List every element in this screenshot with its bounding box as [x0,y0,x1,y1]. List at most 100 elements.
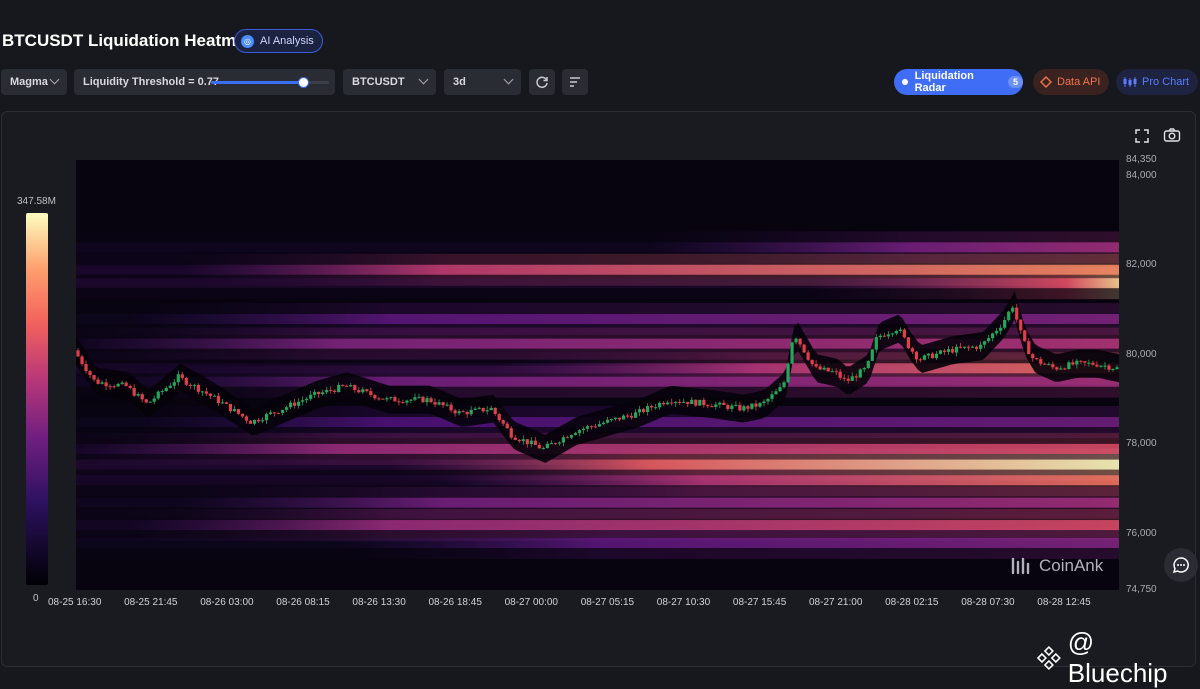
symbol-select[interactable]: BTCUSDT [343,69,436,95]
candle-body [309,394,313,399]
candle-body [946,349,951,352]
slider-track[interactable] [211,77,329,88]
chat-button[interactable] [1164,548,1198,582]
candle-body [337,384,341,392]
candle-body [393,397,397,402]
candle-body [898,329,902,332]
pro-chart-button[interactable]: Pro Chart [1116,69,1199,95]
candle-body [557,442,561,444]
candle-body [702,399,706,406]
candle-body [806,352,810,360]
candle-body [974,346,979,349]
candle-body [609,418,614,420]
radar-label: Liquidation Radar [914,70,974,94]
candle-body [293,402,297,406]
candle-body [116,383,120,387]
candle-body [810,359,814,365]
candle-body [112,386,116,388]
candle-body [666,402,670,405]
candle-body [1063,368,1067,370]
x-tick-label: 08-27 05:15 [580,597,635,608]
radar-count-badge: 5 [1007,76,1023,88]
candle-body [746,406,750,409]
candle-body [782,382,786,388]
data-api-button[interactable]: Data API [1033,69,1110,95]
colormap-value: Magma [10,76,48,88]
candle-body [1047,364,1051,366]
y-tick-label: 84,000 [1126,169,1157,181]
candle-body [674,401,678,404]
candle-body [922,355,927,360]
candle-body [357,389,361,393]
candle-body [766,398,770,402]
candle-body [778,387,782,392]
candle-body [874,337,878,350]
candle-body [248,420,253,424]
candle-body [798,338,802,345]
candle-body [613,417,618,419]
candle-body [100,382,104,384]
candle-body [192,384,196,386]
candle-body [204,391,208,394]
sort-button[interactable] [562,69,588,95]
camera-icon[interactable] [1163,127,1181,143]
candle-body [517,439,521,442]
liquidation-band [76,475,1119,486]
candle-body [373,394,377,399]
refresh-icon [536,76,548,89]
candle-body [104,382,108,387]
candle-body [1055,367,1059,370]
candle-body [268,412,273,414]
candle-body [397,401,401,403]
candle-body [1011,307,1015,312]
liquidation-band [76,443,1119,454]
candle-body [950,349,955,353]
candle-body [1079,360,1083,362]
candle-body [184,377,188,385]
candle-body [349,385,353,387]
candle-body [629,415,634,418]
threshold-slider[interactable]: Liquidity Threshold = 0.77 [74,69,335,95]
liquidation-band [76,497,1119,508]
candle-body [76,350,80,357]
candle-body [256,419,261,422]
candle-body [92,375,96,380]
liquidation-heatmap[interactable] [76,160,1119,590]
candle-body [758,402,762,407]
color-legend [26,213,48,585]
timeframe-select[interactable]: 3d [444,69,521,95]
candle-body [958,346,963,348]
slider-handle[interactable] [297,77,309,88]
candle-body [152,398,156,402]
candle-body [549,443,553,445]
candle-body [926,353,931,356]
candle-body [148,401,152,403]
candle-body [1031,354,1035,359]
candle-body [1035,358,1039,360]
candle-body [128,385,132,388]
candle-body [966,346,971,348]
candle-body [461,411,465,413]
candle-body [485,410,489,412]
candle-body [140,394,144,400]
candle-body [638,409,642,413]
candle-body [212,395,217,397]
candle-body [289,402,293,408]
fullscreen-icon[interactable] [1134,128,1150,144]
ai-analysis-button[interactable]: ◎ AI Analysis [234,29,323,53]
candle-body [722,402,726,406]
candle-body [890,333,894,335]
candle-body [1027,341,1031,355]
candle-body [585,426,590,429]
liquidation-radar-button[interactable]: Liquidation Radar 5 [894,69,1023,95]
candle-body [846,378,850,381]
coinank-logo-icon [1011,557,1030,575]
refresh-button[interactable] [529,69,555,95]
candle-body [180,374,184,378]
candle-body [441,402,445,406]
x-tick-label: 08-28 12:45 [1037,597,1091,608]
colormap-select[interactable]: Magma [1,69,67,95]
candle-body [589,426,594,428]
x-tick-label: 08-25 16:30 [48,597,102,608]
x-tick-label: 08-26 03:00 [200,597,254,608]
